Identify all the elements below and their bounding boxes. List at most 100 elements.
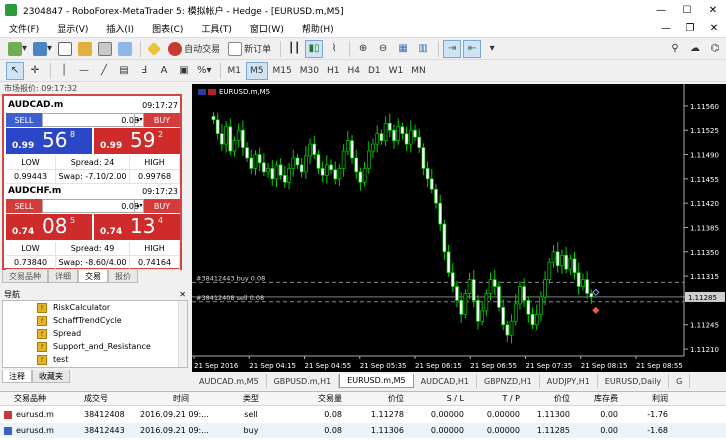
chart-tab[interactable]: GBPUSD.m,H1 [267, 374, 340, 388]
col-volume[interactable]: 交易量 [276, 392, 346, 405]
col-symbol[interactable]: 交易品种 [0, 392, 80, 405]
signals-button[interactable]: ⌬ [706, 40, 724, 58]
col-tp[interactable]: T / P [468, 392, 524, 405]
market-watch-toggle[interactable] [56, 40, 74, 58]
menu-window[interactable]: 窗口(W) [241, 22, 293, 35]
buy-button[interactable]: BUY [144, 113, 180, 127]
autoscroll-button[interactable]: ⇥ [443, 39, 462, 58]
menu-help[interactable]: 帮助(H) [293, 22, 343, 35]
maximize-button[interactable]: ☐ [674, 5, 700, 16]
child-close-button[interactable]: ✕ [702, 23, 726, 34]
table-row[interactable]: eurusd.m 38412408 2016.09.21 09:... sell… [0, 407, 726, 422]
chart-tab[interactable]: EURUSD,Daily [598, 374, 670, 388]
col-price[interactable]: 价位 [524, 392, 574, 405]
navigator-item[interactable]: f SchaffTrendCycle [37, 314, 122, 327]
navigator-item[interactable]: f Spread [37, 327, 81, 340]
menu-view[interactable]: 显示(V) [48, 22, 97, 35]
tester-toggle[interactable] [116, 40, 134, 58]
timeframe-h4[interactable]: H4 [344, 62, 363, 80]
col-sl[interactable]: S / L [408, 392, 468, 405]
chart-tab[interactable]: AUDCAD,H1 [414, 374, 477, 388]
chart-tab[interactable]: G [669, 374, 691, 388]
trendline-tool[interactable]: ╱ [95, 62, 113, 80]
price-chart[interactable]: 1.11560 1.11525 1.11490 1.11455 1.11420 1.113… [192, 84, 726, 372]
timeframe-m30[interactable]: M30 [297, 62, 322, 80]
ask-price-box[interactable]: 0.99 59 2 [94, 128, 180, 154]
tab-symbols[interactable]: 交易品种 [2, 270, 48, 283]
col-open-price[interactable]: 价位 [346, 392, 408, 405]
vertical-line-tool[interactable]: │ [55, 62, 73, 80]
menu-file[interactable]: 文件(F) [0, 22, 48, 35]
tab-common[interactable]: 注释 [2, 370, 32, 383]
navigator-item[interactable]: f Support_and_Resistance [37, 340, 151, 353]
volume-spinner[interactable]: ▴▾ [134, 200, 144, 212]
tab-ticks[interactable]: 报价 [108, 270, 138, 283]
ask-price-box[interactable]: 0.74 13 4 [94, 214, 180, 240]
candlestick-button[interactable]: ▮▯ [305, 39, 324, 58]
col-swap[interactable]: 库存费 [574, 392, 622, 405]
bid-price-box[interactable]: 0.99 56 8 [6, 128, 92, 154]
search-button[interactable]: ⚲ [666, 40, 684, 58]
new-chart-button[interactable]: ▾ [6, 40, 29, 58]
timeframe-m15[interactable]: M15 [270, 62, 295, 80]
tile-windows-button[interactable]: ▦ [394, 40, 412, 58]
metaeditor-button[interactable] [145, 40, 163, 58]
crosshair-tool[interactable]: ✛ [26, 62, 44, 80]
child-restore-button[interactable]: ❐ [678, 23, 702, 34]
timeframe-d1[interactable]: D1 [365, 62, 384, 80]
sell-button[interactable]: SELL [6, 199, 42, 213]
menu-insert[interactable]: 插入(I) [97, 22, 143, 35]
zoom-in-button[interactable]: ⊕ [354, 40, 372, 58]
menu-tools[interactable]: 工具(T) [192, 22, 241, 35]
chart-tab-active[interactable]: EURUSD.m,M5 [339, 374, 414, 388]
timeframe-w1[interactable]: W1 [386, 62, 407, 80]
bid-price-box[interactable]: 0.74 08 5 [6, 214, 92, 240]
timeframe-m1[interactable]: M1 [225, 62, 245, 80]
col-profit[interactable]: 利润 [622, 392, 672, 405]
navigator-item[interactable]: f test [37, 353, 68, 366]
tab-favorites[interactable]: 收藏夹 [32, 370, 70, 383]
table-row[interactable]: eurusd.m 38412443 2016.09.21 09:... buy … [0, 423, 726, 438]
navigator-item[interactable]: f RiskCalculator [37, 301, 110, 314]
volume-input[interactable]: 0.08 ▴▾ [42, 113, 144, 127]
chart-tab[interactable]: AUDJPY,H1 [540, 374, 598, 388]
label-tool[interactable]: ▣ [175, 62, 193, 80]
terminal-toggle[interactable] [96, 40, 114, 58]
chart-canvas[interactable]: 1.11560 1.11525 1.11490 1.11455 1.11420 1.113… [192, 84, 726, 372]
volume-spinner[interactable]: ▴▾ [134, 114, 144, 126]
chart-tab[interactable]: GBPNZD,H1 [477, 374, 540, 388]
shapes-tool[interactable]: % ▾ [195, 62, 214, 80]
navigator-scrollbar[interactable] [178, 301, 187, 367]
chart-shift-button[interactable]: ⇤ [463, 39, 482, 58]
chart-tab[interactable]: AUDCAD.m,M5 [192, 374, 267, 388]
sell-button[interactable]: SELL [6, 113, 42, 127]
new-order-button[interactable]: 新订单 [225, 40, 274, 58]
timeframe-m5[interactable]: M5 [246, 61, 268, 80]
horizontal-line-tool[interactable]: — [75, 62, 93, 80]
navigator-toggle[interactable] [76, 40, 94, 58]
indicators-button[interactable]: ▾ [483, 40, 501, 58]
auto-trading-button[interactable]: 自动交易 [165, 40, 223, 58]
timeframe-h1[interactable]: H1 [324, 62, 343, 80]
volume-input[interactable]: 0.08 ▴▾ [42, 199, 144, 213]
cursor-tool[interactable]: ↖ [6, 61, 24, 80]
close-button[interactable]: ✕ [700, 5, 726, 16]
col-ticket[interactable]: 成交号 [80, 392, 136, 405]
zoom-out-button[interactable]: ⊖ [374, 40, 392, 58]
channel-tool[interactable]: ▤ [115, 62, 133, 80]
bar-chart-button[interactable]: ┃┃ [285, 40, 303, 58]
child-minimize-button[interactable]: — [654, 23, 678, 34]
minimize-button[interactable]: — [648, 5, 674, 16]
tab-trading[interactable]: 交易 [78, 270, 108, 283]
navigator-close-button[interactable]: ✕ [179, 290, 186, 299]
tab-details[interactable]: 详细 [48, 270, 78, 283]
menu-charts[interactable]: 图表(C) [143, 22, 192, 35]
profiles-button[interactable]: ▾ [31, 40, 54, 58]
text-tool[interactable]: A [155, 62, 173, 80]
col-time[interactable]: 时间 [136, 392, 226, 405]
fibonacci-tool[interactable]: Ⅎ [135, 62, 153, 80]
buy-button[interactable]: BUY [144, 199, 180, 213]
col-type[interactable]: 类型 [226, 392, 276, 405]
line-chart-button[interactable]: ⌇ [325, 40, 343, 58]
community-button[interactable]: ☁ [686, 40, 704, 58]
